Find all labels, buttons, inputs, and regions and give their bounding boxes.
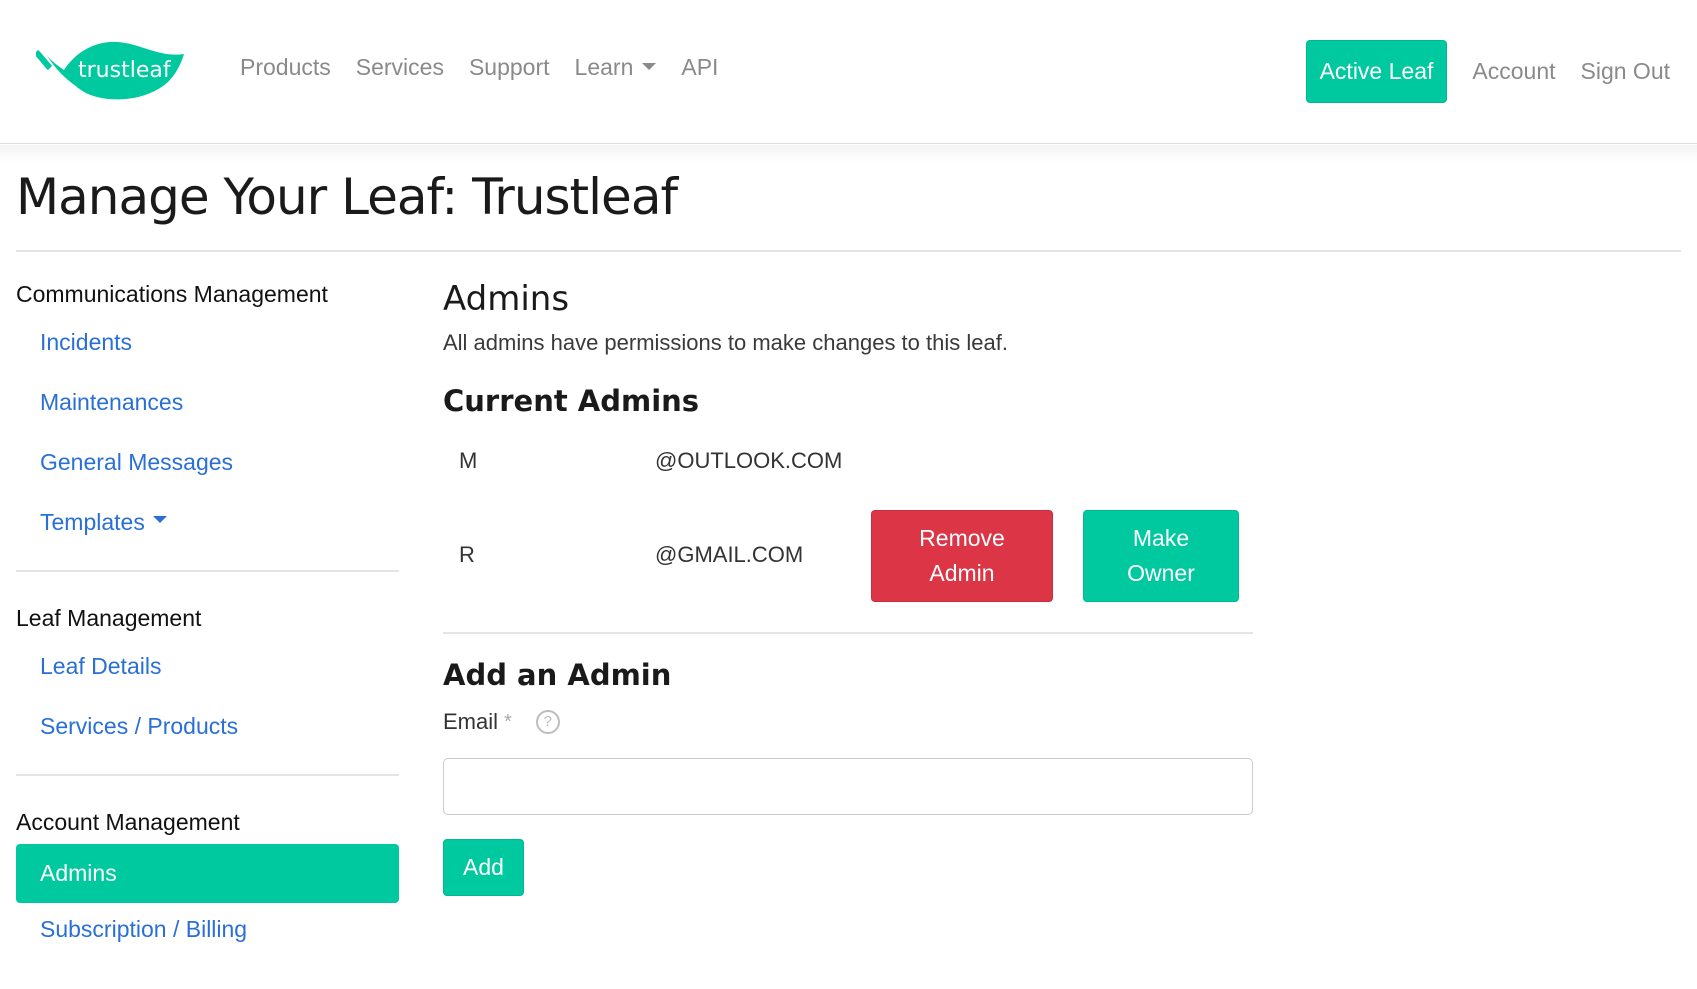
nav-products[interactable]: Products [240, 54, 331, 81]
email-label: Email [443, 709, 499, 734]
add-admin-heading: Add an Admin [443, 658, 672, 692]
sidebar-item-subscription-billing[interactable]: Subscription / Billing [16, 903, 399, 963]
nav-learn-label: Learn [574, 54, 634, 80]
help-icon[interactable]: ? [535, 710, 560, 734]
make-owner-label-line2: Owner [1127, 560, 1195, 586]
page-title: Manage Your Leaf: Trustleaf [16, 168, 678, 226]
make-owner-button[interactable]: Make Owner [1083, 510, 1239, 602]
sidebar-group-communications: Communications Management Incidents Main… [16, 276, 399, 556]
sidebar-group-leaf: Leaf Management Leaf Details Services / … [16, 600, 399, 760]
admins-panel: Admins All admins have permissions to ma… [443, 276, 1253, 896]
email-label-row: Email * ? [443, 702, 1253, 742]
remove-admin-label-line1: Remove [919, 525, 1005, 551]
title-divider [16, 250, 1681, 252]
add-admin-button[interactable]: Add [443, 839, 524, 896]
active-leaf-button[interactable]: Active Leaf [1305, 40, 1448, 103]
sidebar: Communications Management Incidents Main… [16, 276, 399, 963]
sidebar-item-templates[interactable]: Templates [16, 496, 399, 556]
admin-email: @OUTLOOK.COM [655, 448, 843, 473]
sidebar-item-leaf-details[interactable]: Leaf Details [16, 640, 399, 700]
remove-admin-button[interactable]: Remove Admin [871, 510, 1053, 602]
admin-name: M [459, 448, 478, 473]
primary-nav: Products Services Support Learn API [240, 54, 743, 81]
sidebar-item-maintenances[interactable]: Maintenances [16, 376, 399, 436]
brand-name: trustleaf [78, 58, 171, 83]
sidebar-item-incidents[interactable]: Incidents [16, 316, 399, 376]
admin-row: R @GMAIL.COM Remove Admin Make Owner [443, 510, 1253, 616]
make-owner-label-line1: Make [1132, 525, 1190, 551]
sidebar-heading: Communications Management [16, 281, 328, 307]
sidebar-group-account: Account Management Admins Subscription /… [16, 804, 399, 963]
sidebar-heading: Account Management [16, 809, 240, 835]
brand-logo[interactable]: trustleaf [36, 40, 184, 104]
nav-sign-out[interactable]: Sign Out [1581, 58, 1671, 85]
sidebar-divider [16, 774, 399, 776]
sidebar-heading: Leaf Management [16, 605, 202, 631]
sidebar-divider [16, 570, 399, 572]
admin-email: @GMAIL.COM [655, 542, 804, 567]
remove-admin-label-line2: Admin [929, 560, 995, 586]
admin-row: M @OUTLOOK.COM [443, 440, 1253, 510]
sidebar-item-services-products[interactable]: Services / Products [16, 700, 399, 760]
caret-down-icon [642, 63, 657, 71]
section-heading: Admins [443, 279, 570, 319]
sidebar-item-admins[interactable]: Admins [16, 844, 399, 903]
sidebar-item-general-messages[interactable]: General Messages [16, 436, 399, 496]
top-navbar: trustleaf Products Services Support Lear… [0, 0, 1697, 144]
nav-account[interactable]: Account [1472, 58, 1555, 85]
nav-support[interactable]: Support [469, 54, 550, 81]
section-description: All admins have permissions to make chan… [443, 330, 1008, 355]
nav-learn-dropdown[interactable]: Learn [575, 54, 657, 81]
content-divider [443, 632, 1253, 634]
email-input[interactable] [443, 758, 1253, 815]
nav-services[interactable]: Services [356, 54, 444, 81]
sidebar-item-label: Templates [40, 509, 145, 535]
current-admins-heading: Current Admins [443, 384, 700, 418]
caret-down-icon [152, 516, 167, 524]
user-nav: Active Leaf Account Sign Out [1305, 40, 1671, 103]
required-indicator: * [504, 710, 512, 733]
navbar-shadow [0, 145, 1697, 163]
admin-name: R [459, 542, 475, 567]
nav-api[interactable]: API [681, 54, 718, 81]
